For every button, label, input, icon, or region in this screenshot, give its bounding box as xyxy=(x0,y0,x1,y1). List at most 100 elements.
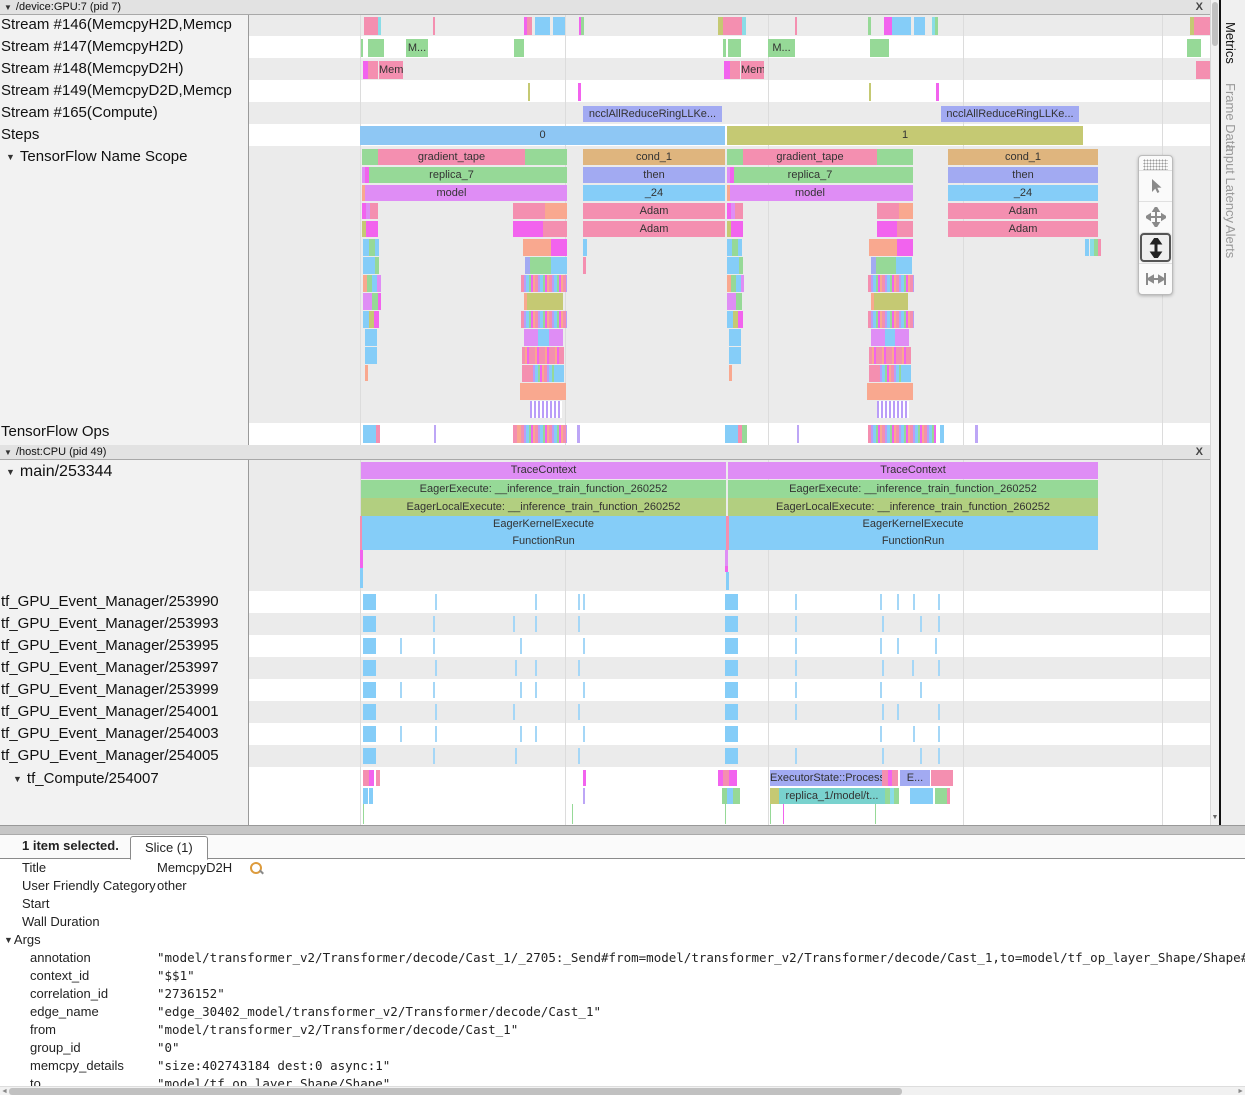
trace-event[interactable] xyxy=(936,83,939,101)
trace-event[interactable] xyxy=(365,365,368,381)
collapse-triangle-icon[interactable]: ▼ xyxy=(4,931,13,949)
trace-event[interactable] xyxy=(363,257,375,274)
trace-event[interactable] xyxy=(738,239,742,256)
magnifier-icon[interactable] xyxy=(250,862,262,874)
trace-event[interactable] xyxy=(880,638,882,654)
trace-event[interactable] xyxy=(731,221,743,237)
trace-event[interactable] xyxy=(583,788,585,804)
trace-event[interactable] xyxy=(435,726,437,742)
trace-event[interactable] xyxy=(734,167,743,183)
trace-event[interactable] xyxy=(360,550,363,568)
trace-event[interactable] xyxy=(365,185,378,201)
trace-event[interactable] xyxy=(360,516,362,550)
trace-event[interactable]: TraceContext xyxy=(361,462,726,479)
select-tool-button[interactable] xyxy=(1139,170,1172,201)
trace-event[interactable] xyxy=(869,239,897,256)
trace-event[interactable] xyxy=(520,682,522,698)
trace-event[interactable] xyxy=(938,660,940,676)
trace-event[interactable] xyxy=(884,17,892,35)
trace-event[interactable] xyxy=(913,594,915,610)
trace-event[interactable] xyxy=(522,347,564,364)
trace-event[interactable] xyxy=(435,594,437,610)
trace-event[interactable] xyxy=(577,425,580,443)
trace-event[interactable] xyxy=(920,616,922,632)
trace-event[interactable] xyxy=(914,17,925,35)
trace-event[interactable] xyxy=(554,365,564,382)
trace-event[interactable] xyxy=(521,311,567,328)
trace-event[interactable] xyxy=(877,401,909,418)
trace-event[interactable] xyxy=(725,425,738,443)
process-header-gpu[interactable]: ▼/device:GPU:7 (pid 7) X xyxy=(0,0,1210,15)
trace-event[interactable] xyxy=(363,726,376,742)
trace-event[interactable] xyxy=(726,516,729,550)
trace-event[interactable]: EagerLocalExecute: __inference_train_fun… xyxy=(361,498,726,516)
trace-event[interactable] xyxy=(795,17,797,35)
trace-event[interactable] xyxy=(868,425,936,443)
trace-event[interactable] xyxy=(892,770,898,786)
trace-event[interactable] xyxy=(377,275,381,292)
trace-event[interactable] xyxy=(938,726,940,742)
trace-event[interactable] xyxy=(363,748,376,764)
trace-event[interactable] xyxy=(725,748,738,764)
trace-event[interactable]: Adam xyxy=(948,221,1098,237)
trace-event[interactable] xyxy=(770,788,779,804)
trace-event[interactable] xyxy=(520,383,566,400)
trace-event[interactable] xyxy=(515,748,517,764)
trace-event[interactable] xyxy=(376,770,380,786)
trace-event[interactable] xyxy=(882,704,884,720)
trace-event[interactable] xyxy=(530,401,562,418)
trace-event[interactable] xyxy=(535,726,537,742)
trace-event[interactable] xyxy=(363,804,364,824)
trace-event[interactable] xyxy=(935,638,937,654)
trace-event[interactable] xyxy=(366,221,378,237)
trace-event[interactable] xyxy=(535,682,537,698)
trace-event[interactable]: Adam xyxy=(948,203,1098,219)
trace-event[interactable] xyxy=(434,425,436,443)
trace-event[interactable] xyxy=(730,61,740,79)
trace-event[interactable] xyxy=(433,638,435,654)
trace-event[interactable] xyxy=(375,239,379,256)
trace-event[interactable]: Adam xyxy=(583,221,725,237)
vertical-scrollbar[interactable]: ▼ xyxy=(1210,0,1219,825)
trace-event[interactable]: gradient_tape xyxy=(378,149,525,165)
trace-event[interactable] xyxy=(578,594,580,610)
trace-event[interactable]: _24 xyxy=(583,185,725,201)
trace-event[interactable] xyxy=(530,257,551,274)
trace-event[interactable] xyxy=(895,329,909,346)
trace-event[interactable] xyxy=(735,203,743,219)
close-host-button[interactable]: X xyxy=(1196,445,1203,459)
trace-event[interactable] xyxy=(523,239,551,256)
trace-event[interactable] xyxy=(363,594,376,610)
trace-event[interactable] xyxy=(1098,239,1101,256)
trace-event[interactable] xyxy=(723,39,726,57)
trace-event[interactable] xyxy=(535,594,537,610)
trace-event[interactable] xyxy=(1187,39,1201,57)
trace-event[interactable] xyxy=(433,616,435,632)
trace-event[interactable] xyxy=(375,257,379,274)
close-gpu-button[interactable]: X xyxy=(1196,0,1203,14)
panel-splitter[interactable] xyxy=(0,825,1245,835)
trace-event[interactable] xyxy=(725,638,738,654)
trace-event[interactable] xyxy=(783,804,784,824)
trace-event[interactable]: model xyxy=(378,185,525,201)
trace-event[interactable] xyxy=(882,660,884,676)
trace-event[interactable] xyxy=(897,594,899,610)
pan-tool-button[interactable] xyxy=(1139,201,1172,232)
trace-event[interactable]: EagerExecute: __inference_train_function… xyxy=(728,480,1098,498)
trace-event[interactable] xyxy=(578,660,580,676)
trace-event[interactable] xyxy=(378,17,381,35)
trace-event[interactable] xyxy=(583,594,585,610)
trace-event[interactable]: cond_1 xyxy=(583,149,725,165)
horizontal-scrollbar[interactable]: ◄ ► xyxy=(0,1086,1245,1095)
trace-event[interactable]: replica_7 xyxy=(378,167,525,183)
trace-event[interactable] xyxy=(535,17,550,35)
trace-event[interactable] xyxy=(543,221,567,237)
trace-event[interactable] xyxy=(376,425,380,443)
trace-event[interactable] xyxy=(369,167,378,183)
trace-event[interactable] xyxy=(363,788,368,804)
trace-event[interactable] xyxy=(361,39,363,57)
trace-event[interactable]: EagerLocalExecute: __inference_train_fun… xyxy=(728,498,1098,516)
trace-event[interactable] xyxy=(400,726,402,742)
trace-event[interactable] xyxy=(920,748,922,764)
trace-event[interactable]: model xyxy=(743,185,877,201)
